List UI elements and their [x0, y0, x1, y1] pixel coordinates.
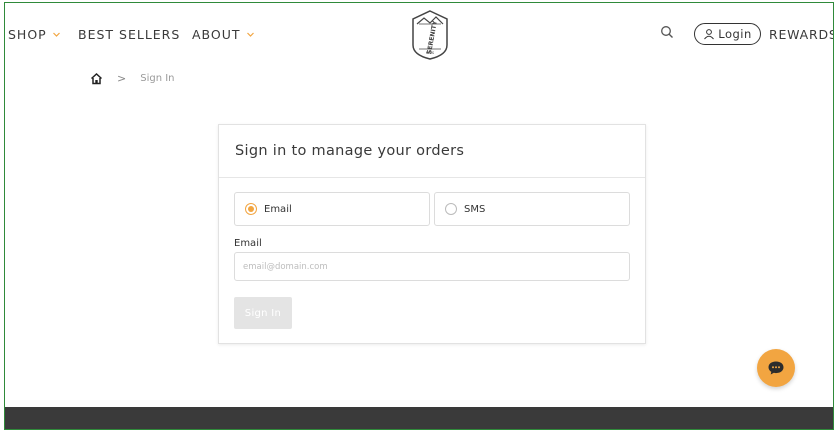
site-header: SHOP BEST SELLERS ABOUT SERENITY KIDS Lo… [5, 3, 833, 65]
page-frame: SHOP BEST SELLERS ABOUT SERENITY KIDS Lo… [4, 2, 834, 430]
email-field-label: Email [234, 238, 262, 249]
breadcrumb: > Sign In [90, 72, 175, 85]
rewards-link[interactable]: REWARDS [769, 27, 833, 42]
sms-radio[interactable] [445, 203, 457, 215]
login-label: Login [718, 27, 752, 41]
email-radio[interactable] [245, 203, 257, 215]
nav-shop[interactable]: SHOP [8, 27, 61, 42]
email-field[interactable] [234, 252, 630, 281]
nav-about-label: ABOUT [192, 27, 241, 42]
nav-best-sellers-label: BEST SELLERS [78, 27, 181, 42]
chevron-down-icon [52, 30, 61, 39]
search-icon[interactable] [660, 24, 676, 40]
email-option-label: Email [264, 203, 292, 215]
signin-title: Sign in to manage your orders [235, 143, 465, 159]
user-icon [703, 28, 715, 40]
login-button[interactable]: Login [694, 23, 761, 45]
email-option[interactable]: Email [234, 192, 430, 226]
nav-about[interactable]: ABOUT [192, 27, 255, 42]
breadcrumb-separator: > [117, 72, 127, 85]
nav-shop-label: SHOP [8, 27, 47, 42]
svg-text:KIDS: KIDS [426, 51, 435, 55]
chevron-down-icon [246, 30, 255, 39]
sms-option-label: SMS [464, 203, 486, 215]
site-logo[interactable]: SERENITY KIDS [409, 9, 451, 61]
chat-bubble-icon [767, 360, 785, 376]
nav-best-sellers[interactable]: BEST SELLERS [78, 27, 180, 42]
card-divider [219, 177, 645, 178]
footer-bar [5, 407, 833, 429]
chat-button[interactable] [757, 349, 795, 387]
signin-card: Sign in to manage your orders Email SMS … [218, 124, 646, 344]
signin-button[interactable]: Sign In [234, 297, 292, 329]
breadcrumb-current: Sign In [140, 73, 175, 84]
sms-option[interactable]: SMS [434, 192, 630, 226]
home-icon[interactable] [90, 72, 103, 85]
